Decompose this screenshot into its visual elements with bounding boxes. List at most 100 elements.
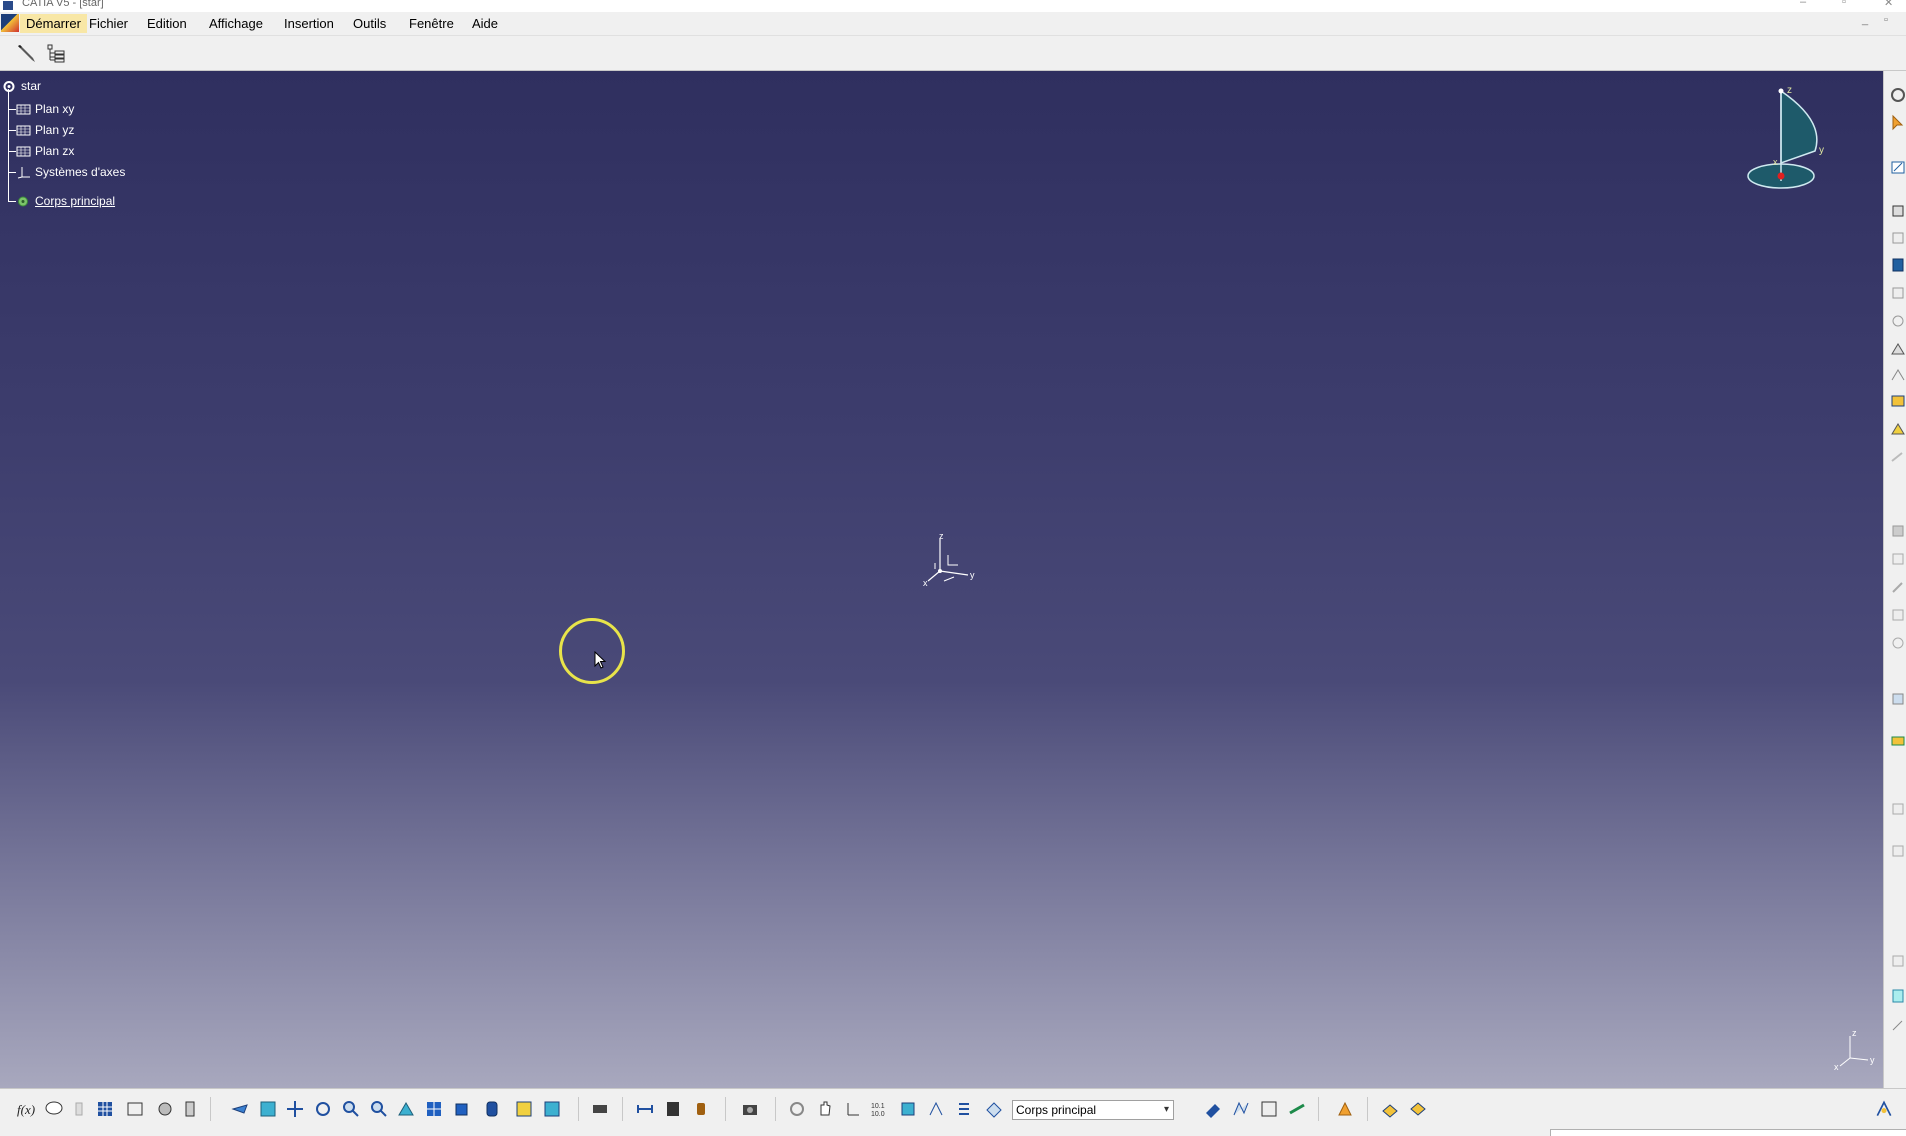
menu-fenetre[interactable]: Fenêtre (403, 14, 460, 33)
menu-bar: Démarrer Fichier Edition Affichage Inser… (0, 12, 1906, 36)
insert-ordered-set-icon[interactable] (1259, 1099, 1279, 1119)
mdi-restore-button[interactable]: ▫ (1884, 14, 1888, 26)
table-icon[interactable] (95, 1099, 115, 1119)
restore-button[interactable]: ▫ (1842, 0, 1846, 8)
catia-logo-icon[interactable] (1, 14, 19, 32)
hide-icon[interactable] (70, 1099, 90, 1119)
tree-item-axis-systems[interactable]: Systèmes d'axes (16, 163, 125, 181)
boolean-operations-icon[interactable] (1380, 1099, 1400, 1119)
update-icon[interactable] (787, 1099, 807, 1119)
part-gear-icon (3, 80, 15, 92)
measure-item-icon[interactable] (663, 1099, 683, 1119)
chamfer-icon[interactable] (1888, 419, 1906, 438)
menu-fichier[interactable]: Fichier (83, 14, 134, 33)
insert-geometrical-set-icon[interactable] (1231, 1099, 1251, 1119)
mdi-minimize-button[interactable]: _ (1862, 14, 1868, 26)
formula-icon[interactable]: f(x) (16, 1099, 36, 1119)
tree-item-plan-zx[interactable]: Plan zx (16, 142, 74, 160)
tree-item-main-body[interactable]: Corps principal (16, 192, 115, 210)
tree-list-icon[interactable] (45, 42, 67, 64)
pan-icon[interactable] (285, 1099, 305, 1119)
draft-icon[interactable] (1888, 447, 1906, 466)
3d-compass-tool-icon[interactable] (898, 1099, 918, 1119)
menu-demarrer[interactable]: Démarrer (20, 14, 87, 33)
pad-icon[interactable] (1888, 201, 1906, 220)
groove-icon[interactable] (1888, 283, 1906, 302)
layer-list-icon[interactable] (954, 1099, 974, 1119)
menu-affichage[interactable]: Affichage (203, 14, 269, 33)
translate-icon[interactable] (1888, 633, 1906, 652)
3d-viewport[interactable]: star Plan xy Plan yz Plan zx Systèmes d'… (0, 71, 1883, 1088)
isometric-view-icon[interactable] (452, 1099, 472, 1119)
rib-icon[interactable] (1888, 339, 1906, 358)
axis-system-tool-icon[interactable] (843, 1099, 863, 1119)
fastening-icon[interactable] (155, 1099, 175, 1119)
compass-icon[interactable]: z y x (1735, 81, 1835, 191)
tree-item-label: Plan xy (35, 102, 75, 116)
capture-camera-icon[interactable] (740, 1099, 760, 1119)
select-arrow-icon[interactable] (1888, 113, 1906, 132)
scale-icon[interactable] (1888, 799, 1906, 818)
menu-aide[interactable]: Aide (466, 14, 504, 33)
fillet-icon[interactable] (1888, 391, 1906, 410)
thickness-icon[interactable] (1888, 549, 1906, 568)
tree-item-plan-xy[interactable]: Plan xy (16, 100, 74, 118)
origin-y-label: y (970, 570, 975, 580)
cursor-highlight-ring (559, 618, 625, 684)
shell-icon[interactable] (1888, 521, 1906, 540)
thread-icon[interactable] (1888, 577, 1906, 596)
pattern-icon[interactable] (1888, 731, 1906, 750)
insert-body-icon[interactable] (1203, 1099, 1223, 1119)
menu-outils[interactable]: Outils (347, 14, 392, 33)
slot-icon[interactable] (1888, 365, 1906, 384)
boolean-icon[interactable] (1888, 841, 1906, 860)
define-work-object-icon[interactable] (984, 1099, 1004, 1119)
hole-icon[interactable] (1888, 311, 1906, 330)
grid-numbers-icon[interactable]: 10.110.0 (870, 1099, 890, 1119)
gear-icon[interactable] (1888, 85, 1906, 104)
fit-all-icon[interactable] (258, 1099, 278, 1119)
manipulation-hand-icon[interactable] (815, 1099, 835, 1119)
measure-between-icon[interactable] (635, 1099, 655, 1119)
union-trim-icon[interactable] (1408, 1099, 1428, 1119)
menu-insertion[interactable]: Insertion (278, 14, 340, 33)
multi-view-icon[interactable] (424, 1099, 444, 1119)
rotate-icon[interactable] (313, 1099, 333, 1119)
current-body-dropdown[interactable]: Corps principal ▾ (1012, 1100, 1174, 1120)
normal-view-icon[interactable] (396, 1099, 416, 1119)
apply-material-icon[interactable] (1888, 986, 1906, 1005)
multi-model-link-icon[interactable] (1287, 1099, 1307, 1119)
sketch-icon[interactable] (1888, 157, 1906, 176)
swap-visible-space-icon[interactable] (542, 1099, 562, 1119)
zoom-in-icon[interactable] (341, 1099, 361, 1119)
remove-face-icon[interactable] (1888, 605, 1906, 624)
constraint-icon[interactable] (1888, 1016, 1906, 1035)
pocket-icon[interactable] (1888, 228, 1906, 247)
corner-axis-icon: z y x (1834, 1028, 1875, 1071)
measure-icon[interactable] (1888, 951, 1906, 970)
fly-mode-icon[interactable] (230, 1099, 250, 1119)
measure-inertia-icon[interactable] (691, 1099, 711, 1119)
close-button[interactable]: ✕ (1884, 0, 1893, 9)
tree-item-label: Plan zx (35, 144, 75, 158)
command-input-field[interactable] (1550, 1129, 1906, 1136)
sketch-pencil-icon[interactable] (15, 42, 37, 64)
mirror-icon[interactable] (1888, 689, 1906, 708)
catia-compass-logo-icon (1876, 1100, 1892, 1117)
create-multi-view-icon[interactable] (590, 1099, 610, 1119)
tree-item-plan-yz[interactable]: Plan yz (16, 121, 74, 139)
hide-show-icon[interactable] (514, 1099, 534, 1119)
plane-icon (16, 104, 31, 114)
tree-root-star[interactable]: star (2, 77, 41, 95)
analysis-icon[interactable] (182, 1099, 202, 1119)
catalog-icon[interactable] (125, 1099, 145, 1119)
zoom-out-icon[interactable] (369, 1099, 389, 1119)
knowledge-comment-icon[interactable] (44, 1099, 64, 1119)
snap-point-icon[interactable] (926, 1099, 946, 1119)
menu-edition[interactable]: Edition (141, 14, 193, 33)
shaft-icon[interactable] (1888, 255, 1906, 274)
apply-material-bottom-icon[interactable] (1335, 1099, 1355, 1119)
shading-icon[interactable] (482, 1099, 502, 1119)
bottom-toolbar: f(x) 10.1 10.0 Corps principal ▾ (0, 1088, 1906, 1136)
minimize-button[interactable]: – (1800, 0, 1806, 8)
